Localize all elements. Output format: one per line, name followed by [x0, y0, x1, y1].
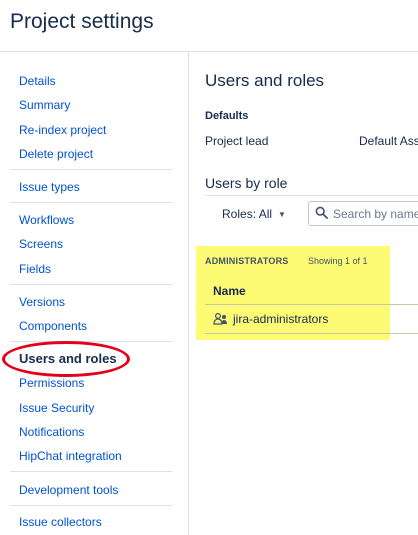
sidebar-item-components[interactable]: Components	[19, 319, 87, 333]
sidebar-item-issue-collectors[interactable]: Issue collectors	[19, 515, 102, 529]
sidebar-separator	[10, 202, 172, 203]
sidebar-separator	[10, 169, 172, 170]
sidebar-item-permissions[interactable]: Permissions	[19, 376, 84, 390]
sidebar-item-screens[interactable]: Screens	[19, 237, 63, 251]
caret-down-icon: ▼	[278, 209, 286, 219]
sidebar-separator	[10, 284, 172, 285]
showing-count: Showing 1 of 1	[308, 256, 368, 266]
sidebar-divider	[188, 52, 189, 535]
sidebar-item-summary[interactable]: Summary	[19, 98, 70, 112]
sidebar-separator	[10, 505, 172, 506]
sidebar-item-issue-security[interactable]: Issue Security	[19, 401, 94, 415]
page-title: Project settings	[10, 10, 154, 33]
main-title: Users and roles	[205, 71, 325, 90]
table-header-divider	[205, 304, 418, 305]
sidebar-item-details[interactable]: Details	[19, 74, 56, 88]
search-by-name-field[interactable]	[308, 201, 418, 226]
table-row-divider	[205, 333, 418, 334]
sidebar-item-delete-project[interactable]: Delete project	[19, 147, 93, 161]
sidebar-item-workflows[interactable]: Workflows	[19, 213, 74, 227]
name-column-header: Name	[213, 284, 246, 298]
sidebar-item-development-tools[interactable]: Development tools	[19, 483, 118, 497]
roles-filter-dropdown[interactable]: Roles: All ▼	[210, 200, 298, 228]
users-by-role-title: Users by role	[205, 175, 288, 191]
sidebar-item-hipchat-integration[interactable]: HipChat integration	[19, 449, 122, 463]
annotation-circle	[2, 341, 130, 377]
default-assignee-label: Default Ass	[359, 134, 418, 148]
users-by-role-divider	[205, 195, 418, 196]
group-name[interactable]: jira-administrators	[233, 312, 328, 326]
table-row: jira-administrators	[213, 311, 328, 327]
defaults-heading: Defaults	[205, 110, 249, 122]
sidebar-item-notifications[interactable]: Notifications	[19, 425, 84, 439]
roles-filter-label: Roles: All	[222, 207, 273, 221]
sidebar-item-issue-types[interactable]: Issue types	[19, 180, 80, 194]
sidebar-item-versions[interactable]: Versions	[19, 295, 65, 309]
group-icon	[213, 311, 229, 327]
search-input[interactable]	[333, 205, 418, 222]
role-name: ADMINISTRATORS	[205, 256, 289, 266]
project-lead-label: Project lead	[205, 134, 269, 148]
search-icon	[315, 206, 328, 224]
sidebar-item-reindex-project[interactable]: Re-index project	[19, 123, 106, 137]
sidebar-item-fields[interactable]: Fields	[19, 262, 51, 276]
sidebar-separator	[10, 471, 172, 472]
